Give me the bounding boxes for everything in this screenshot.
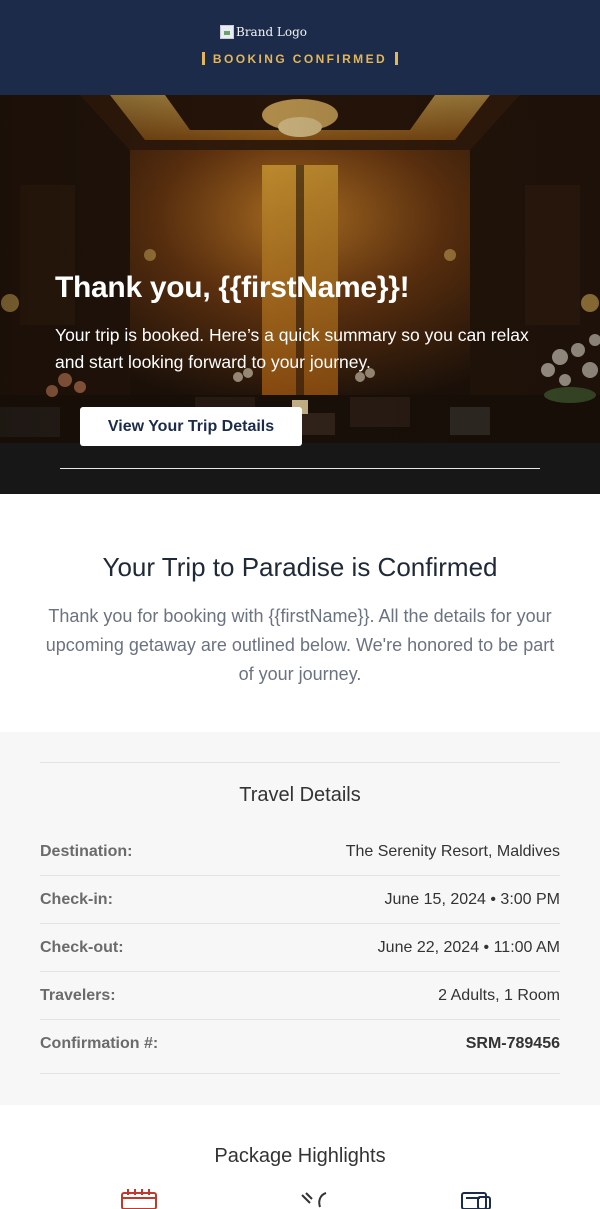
- travel-details-list: Destination: The Serenity Resort, Maldiv…: [40, 828, 560, 1067]
- brand-logo-alt-text: Brand Logo: [236, 25, 308, 39]
- spa-icon: [301, 1192, 327, 1208]
- detail-label: Check-out:: [40, 938, 124, 956]
- badge-bar-left: [201, 52, 205, 65]
- travel-details-section: Travel Details Destination: The Serenity…: [0, 732, 600, 1105]
- detail-value: 2 Adults, 1 Room: [438, 986, 560, 1004]
- badge-bar-right: [395, 52, 399, 65]
- hero-overlay: [0, 95, 600, 443]
- confirmation-section: Your Trip to Paradise is Confirmed Thank…: [0, 494, 600, 732]
- detail-value: The Serenity Resort, Maldives: [345, 842, 560, 860]
- hero-banner: Thank you, {{firstName}}! Your trip is b…: [0, 95, 600, 494]
- view-trip-details-button[interactable]: View Your Trip Details: [80, 407, 302, 446]
- confirmation-text: Thank you for booking with {{firstName}}…: [45, 606, 555, 684]
- hero-divider: [60, 468, 540, 469]
- badge-text: BOOKING CONFIRMED: [212, 52, 388, 66]
- package-highlights-section: Package Highlights: [0, 1105, 600, 1209]
- confirmation-title: Your Trip to Paradise is Confirmed: [102, 552, 498, 582]
- detail-value: June 22, 2024 • 11:00 AM: [377, 938, 560, 956]
- detail-label: Confirmation #:: [40, 1034, 159, 1052]
- confirmation-number: SRM-789456: [465, 1034, 560, 1052]
- hero-title: Thank you, {{firstName}}!: [55, 271, 410, 304]
- detail-row-check-out: Check-out: June 22, 2024 • 11:00 AM: [40, 924, 560, 972]
- detail-row-destination: Destination: The Serenity Resort, Maldiv…: [40, 828, 560, 876]
- detail-label: Travelers:: [40, 986, 116, 1004]
- booking-confirmed-badge: BOOKING CONFIRMED: [0, 52, 600, 66]
- detail-label: Check-in:: [40, 890, 113, 908]
- email-header: Brand Logo BOOKING CONFIRMED: [0, 0, 600, 95]
- broken-image-icon: [220, 25, 234, 39]
- divider: [40, 1073, 560, 1074]
- calendar-icon: [121, 1189, 157, 1209]
- detail-value: June 15, 2024 • 3:00 PM: [384, 890, 561, 908]
- detail-row-travelers: Travelers: 2 Adults, 1 Room: [40, 972, 560, 1020]
- detail-label: Destination:: [40, 842, 133, 860]
- package-highlights-title: Package Highlights: [214, 1145, 386, 1167]
- ticket-icon: [461, 1192, 491, 1209]
- detail-row-check-in: Check-in: June 15, 2024 • 3:00 PM: [40, 876, 560, 924]
- divider: [40, 762, 560, 763]
- brand-logo: Brand Logo: [220, 25, 307, 39]
- hero-text: Your trip is booked. Here’s a quick summ…: [55, 325, 529, 372]
- detail-row-confirmation: Confirmation #: SRM-789456: [40, 1020, 560, 1067]
- travel-details-title: Travel Details: [239, 784, 361, 806]
